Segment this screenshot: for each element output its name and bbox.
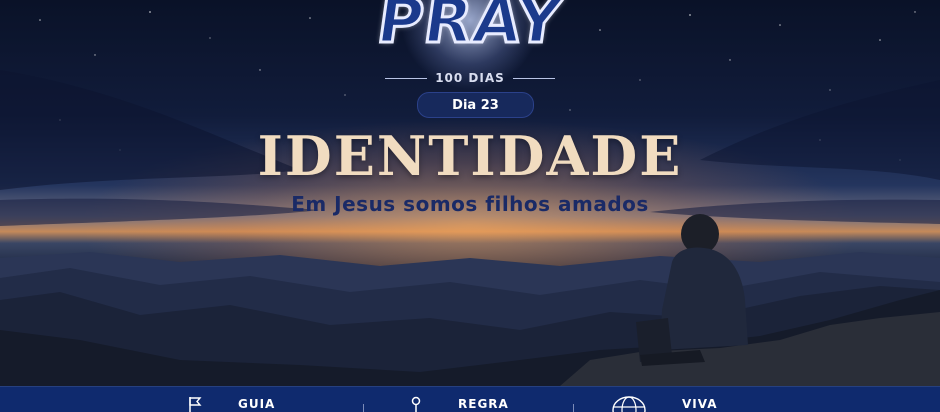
globe-icon [612, 396, 646, 412]
nav-item-label: REGRA [458, 397, 509, 411]
program-days: 100 DIAS [435, 71, 505, 85]
day-badge: Dia 23 [417, 92, 534, 118]
nav-item-regra[interactable]: REGRA [410, 396, 509, 412]
divider-right [512, 77, 555, 79]
flag-icon [189, 397, 202, 412]
nav-item-label: GUIA [238, 397, 276, 411]
pray-logo-text: PRAY [371, 0, 568, 59]
nav-item-label: VIVA [682, 397, 718, 411]
bottom-nav-bar: GUIA REGRA VIVA [0, 386, 940, 412]
page-title: IDENTIDADE [257, 124, 683, 188]
hero-banner: PRAY 100 DIAS Dia 23 IDENTIDADE Em Jesus… [0, 0, 940, 386]
nav-item-viva[interactable]: VIVA [612, 396, 718, 412]
divider-left [385, 77, 428, 79]
page-subtitle: Em Jesus somos filhos amados [291, 192, 649, 216]
pin-icon [411, 396, 421, 412]
nav-item-guia[interactable]: GUIA [188, 396, 275, 412]
program-days-row: 100 DIAS [385, 71, 555, 85]
